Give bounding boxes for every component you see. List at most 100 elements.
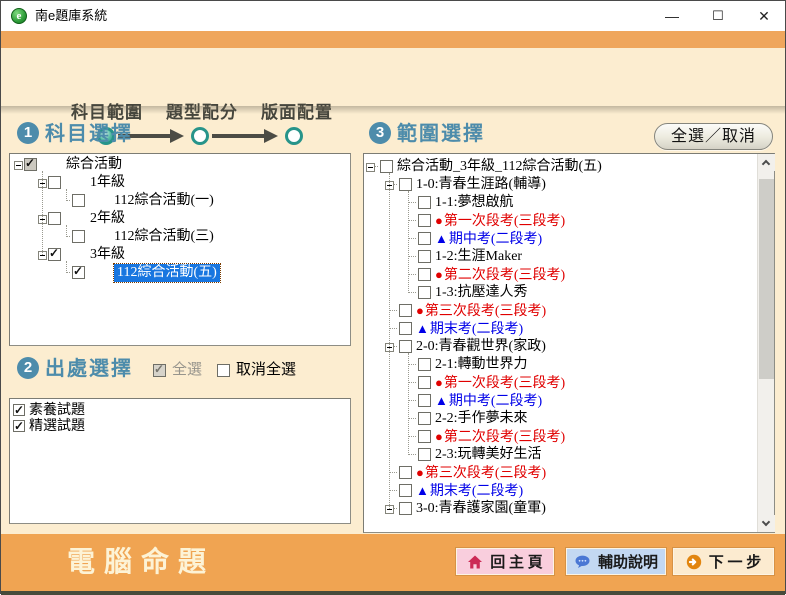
tree-checkbox[interactable] — [399, 484, 412, 497]
tree-node[interactable]: 2-3:玩轉美好生活 — [364, 446, 774, 464]
tree-node[interactable]: 2年級 — [10, 210, 350, 228]
tree-expander-collapse-icon[interactable] — [14, 161, 23, 170]
tree-checkbox[interactable] — [399, 304, 412, 317]
tree-node[interactable]: ●第三次段考(三段考) — [364, 464, 774, 482]
tree-node-label[interactable]: 綜合活動_3年級_112綜合活動(五) — [397, 158, 602, 176]
deselect-all-checkbox[interactable] — [217, 364, 230, 377]
list-item-checkbox[interactable]: ✓ — [13, 420, 25, 432]
tree-checkbox[interactable] — [418, 394, 431, 407]
tree-checkbox[interactable] — [418, 268, 431, 281]
tree-node-label[interactable]: ▲期末考(二段考) — [416, 320, 523, 339]
tree-node[interactable]: 1-1:夢想啟航 — [364, 194, 774, 212]
minimize-button[interactable]: — — [649, 1, 695, 31]
tree-node-label[interactable]: 1-3:抗壓達人秀 — [435, 284, 528, 302]
tree-checkbox[interactable]: ✓ — [72, 266, 85, 279]
list-item[interactable]: ✓精選試題 — [13, 418, 85, 434]
tree-node-label[interactable]: 1年級 — [90, 174, 125, 192]
tree-checkbox[interactable] — [418, 250, 431, 263]
select-toggle-all-button[interactable]: 全選／取消 — [654, 123, 773, 150]
tree-checkbox[interactable] — [399, 466, 412, 479]
tree-node-label[interactable]: 112綜合活動(三) — [114, 228, 214, 246]
tree-node[interactable]: 112綜合活動(一) — [10, 192, 350, 210]
tree-node[interactable]: 2-0:青春觀世界(家政) — [364, 338, 774, 356]
tree-node-label[interactable]: 2年級 — [90, 210, 125, 228]
list-item[interactable]: ✓素養試題 — [13, 402, 85, 418]
tree-checkbox[interactable] — [380, 160, 393, 173]
maximize-button[interactable]: ☐ — [695, 1, 741, 31]
tree-node[interactable]: ▲期中考(二段考) — [364, 230, 774, 248]
tree-checkbox[interactable] — [418, 376, 431, 389]
tree-node[interactable]: 1-2:生涯Maker — [364, 248, 774, 266]
tree-node[interactable]: 112綜合活動(三) — [10, 228, 350, 246]
tree-node[interactable]: 1年級 — [10, 174, 350, 192]
tree-checkbox[interactable] — [418, 412, 431, 425]
tree-checkbox[interactable] — [72, 194, 85, 207]
tree-node-label[interactable]: 2-0:青春觀世界(家政) — [416, 338, 546, 356]
tree-checkbox[interactable] — [48, 176, 61, 189]
tree-node-label[interactable]: ●第一次段考(三段考) — [435, 212, 565, 231]
blue-triangle-icon: ▲ — [435, 393, 448, 408]
tree-node[interactable]: 2-1:轉動世界力 — [364, 356, 774, 374]
tree-node[interactable]: ●第二次段考(三段考) — [364, 266, 774, 284]
tree-node-label[interactable]: ●第一次段考(三段考) — [435, 374, 565, 393]
tree-checkbox[interactable] — [418, 196, 431, 209]
tree-node[interactable]: ●第二次段考(三段考) — [364, 428, 774, 446]
tree-checkbox[interactable]: ✓ — [48, 248, 61, 261]
help-button[interactable]: 輔助說明 — [566, 548, 666, 575]
tree-checkbox[interactable] — [399, 178, 412, 191]
tree-checkbox[interactable] — [418, 430, 431, 443]
tree-node[interactable]: ✓ 112綜合活動(五) — [10, 264, 350, 282]
tree-node-label[interactable]: 2-3:玩轉美好生活 — [435, 446, 542, 464]
tree-checkbox[interactable] — [399, 502, 412, 515]
tree-checkbox[interactable] — [418, 232, 431, 245]
tree-node-label[interactable]: 3年級 — [90, 246, 125, 264]
tree-checkbox[interactable] — [418, 358, 431, 371]
close-button[interactable]: ✕ — [741, 1, 786, 31]
tree-node-label[interactable]: ●第三次段考(三段考) — [416, 302, 546, 321]
tree-checkbox[interactable] — [418, 286, 431, 299]
tree-node-label[interactable]: 112綜合活動(五) — [114, 264, 220, 282]
home-button[interactable]: 回 主 頁 — [456, 548, 554, 575]
select-all-checkbox[interactable]: ✓ — [153, 364, 166, 377]
tree-node-label[interactable]: ▲期中考(二段考) — [435, 392, 542, 411]
tree-node-label[interactable]: 2-2:手作夢未來 — [435, 410, 528, 428]
next-step-button[interactable]: 下 一 步 — [673, 548, 774, 575]
tree-node-label[interactable]: 112綜合活動(一) — [114, 192, 214, 210]
tree-node-label[interactable]: ●第二次段考(三段考) — [435, 266, 565, 285]
tree-node-label[interactable]: ●第二次段考(三段考) — [435, 428, 565, 447]
tree-node[interactable]: 2-2:手作夢未來 — [364, 410, 774, 428]
list-item-checkbox[interactable]: ✓ — [13, 404, 25, 416]
tree-node-label[interactable]: 1-0:青春生涯路(輔導) — [416, 176, 546, 194]
tree-node-label[interactable]: 3-0:青春護家園(童軍) — [416, 500, 546, 518]
titlebar: e 南e題庫系統 — ☐ ✕ — [1, 1, 785, 32]
tree-node[interactable]: ●第一次段考(三段考) — [364, 212, 774, 230]
tree-node[interactable]: 1-0:青春生涯路(輔導) — [364, 176, 774, 194]
tree-node-label[interactable]: ▲期中考(二段考) — [435, 230, 542, 249]
tree-node-label[interactable]: 2-1:轉動世界力 — [435, 356, 528, 374]
tree-node[interactable]: ●第一次段考(三段考) — [364, 374, 774, 392]
tree-node[interactable]: 綜合活動_3年級_112綜合活動(五) — [364, 158, 774, 176]
tree-node[interactable]: ✓ 3年級 — [10, 246, 350, 264]
tree-expander-collapse-icon[interactable] — [366, 163, 375, 172]
red-dot-icon: ● — [416, 465, 424, 480]
tree-node[interactable]: ▲期中考(二段考) — [364, 392, 774, 410]
tree-checkbox[interactable] — [48, 212, 61, 225]
tree-node[interactable]: 1-3:抗壓達人秀 — [364, 284, 774, 302]
tree-checkbox[interactable] — [72, 230, 85, 243]
tree-node-label[interactable]: ▲期末考(二段考) — [416, 482, 523, 501]
tree-checkbox[interactable] — [399, 322, 412, 335]
tree-checkbox[interactable] — [418, 214, 431, 227]
tree-checkbox[interactable] — [399, 340, 412, 353]
tree-node[interactable]: ✓ 綜合活動 — [10, 156, 350, 174]
tree-node-label[interactable]: 1-1:夢想啟航 — [435, 194, 514, 212]
tree-checkbox[interactable]: ✓ — [24, 158, 37, 171]
tree-checkbox[interactable] — [418, 448, 431, 461]
tree-node[interactable]: ●第三次段考(三段考) — [364, 302, 774, 320]
tree-node-label[interactable]: ●第三次段考(三段考) — [416, 464, 546, 483]
tree-node[interactable]: 3-0:青春護家園(童軍) — [364, 500, 774, 518]
tree-node[interactable]: ▲期末考(二段考) — [364, 320, 774, 338]
tree-node-label[interactable]: 1-2:生涯Maker — [435, 248, 522, 266]
tree-guide-line — [408, 353, 410, 455]
tree-node[interactable]: ▲期末考(二段考) — [364, 482, 774, 500]
tree-node-label[interactable]: 綜合活動 — [66, 156, 122, 174]
